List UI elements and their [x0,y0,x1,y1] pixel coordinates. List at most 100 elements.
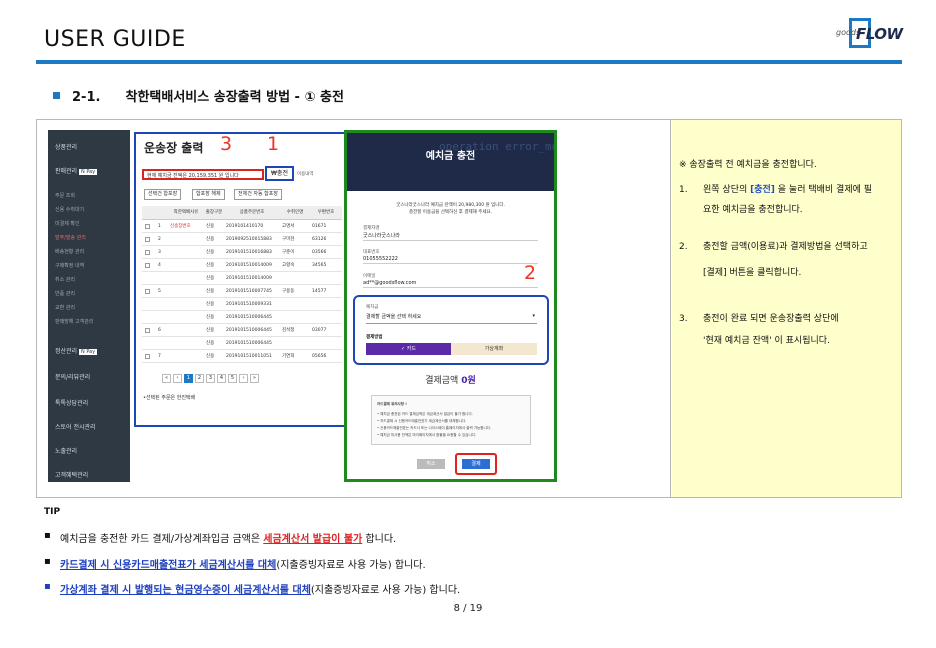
sidebar-item-talk[interactable]: 톡톡상담관리 [55,398,88,407]
sidebar-sub-delivery-status[interactable]: 배송현황 관리 [55,248,84,255]
table-cell: 2019101510007745 [226,289,272,294]
table-cell: 3 [158,250,161,255]
filter-text: •선택된 주문은 한진택배 [143,395,196,401]
sidebar-item-benefit[interactable]: 고객혜택관리 [55,470,88,479]
npay-badge: N Pay [79,169,98,175]
table-row[interactable]: 신용 2019101510006445 [142,337,342,350]
sidebar-item-settlement[interactable]: 정산관리 N Pay [55,346,98,355]
page-button[interactable]: 2 [195,374,204,383]
amount-select[interactable]: 결제할 금액을 선택 하세요 ▾ [366,313,537,324]
payer-label: 결제자명 [363,226,380,231]
npay-badge: N Pay [79,349,98,355]
section-heading: 착한택배서비스 송장출력 방법 - ① 충전 [125,90,344,105]
page-button[interactable]: 4 [217,374,226,383]
table-row[interactable]: 7 신용 2019101510011051 기연희 05656 [142,350,342,363]
table-cell: 구용동 [282,289,295,294]
table-cell: 신용 [206,250,215,255]
table-row[interactable]: 신용 2019101510014009 [142,272,342,285]
sidebar-sub-cancel[interactable]: 취소 관리 [55,276,75,283]
sidebar-sub-waiting[interactable]: 신용 수취대기 [55,206,84,213]
page-button[interactable]: › [239,374,248,383]
sidebar-sub-unpaid[interactable]: 미결제 확인 [55,220,80,227]
tip-text: 예치금을 충전한 카드 결제/가상계좌입금 금액은 세금계산서 발급이 불가 합… [60,530,396,545]
page-button[interactable]: 5 [228,374,237,383]
tip-emphasis: 카드결제 시 신용카드매출전표가 세금계산서를 대체 [60,560,277,571]
payment-amount-value: 0원 [461,376,476,386]
sidebar-sub-confirmed[interactable]: 구매확정 내역 [55,262,84,269]
table-row[interactable]: 6 신용 2019101510006445 김석정 03077 [142,324,342,337]
table-cell: 신용 [206,302,215,307]
table-row[interactable]: 5 신용 2019101510007745 구용동 14577 [142,285,342,298]
sidebar-item-exposure[interactable]: 노출관리 [55,446,77,455]
table-row[interactable]: 신용 2019101510009331 [142,298,342,311]
email-field[interactable]: ad**@goodsflow.com [363,280,538,288]
page-button[interactable]: » [250,374,259,383]
table-row[interactable]: 신용 2019101510006445 [142,311,342,324]
usage-history-link[interactable]: 이용내역 [297,171,314,177]
chevron-down-icon: ▾ [532,313,535,319]
table-row[interactable]: 2 신용 2019092510015883 구미현 63126 [142,233,342,246]
page-button[interactable]: « [162,374,171,383]
deposit-charge-modal: operation error_mod error_mod 예치금 충전 굿스나… [344,130,557,482]
sidebar-item-inquiry[interactable]: 문의/리뷰관리 [55,372,90,381]
payment-amount-row: 결제금액 0원 [347,373,554,386]
sidebar-sub-blocked[interactable]: 판매방해 고객관리 [55,318,93,325]
step-text: 을 눌러 택배비 결제에 필 [774,185,873,195]
sidebar-item-label: 정산관리 [55,348,78,355]
table-cell: 14577 [312,289,327,294]
tip-bullet: ▪ [44,530,51,541]
sidebar-item-products[interactable]: 상품관리 [55,142,77,151]
modal-pay-button[interactable]: 결제 [462,459,490,469]
tip-text: 카드결제 시 신용카드매출전표가 세금계산서를 대체(지출증빙자료로 사용 가능… [60,556,426,571]
amount-label: 예치금 [366,305,379,310]
auto-bundle-button[interactable]: 전체건 자동 합포장 [234,189,282,200]
step-line-2: [결제] 버튼을 클릭합니다. [703,268,802,278]
pay-method-card[interactable]: ✓ 카드 [366,343,451,355]
phone-field[interactable]: 01055552222 [363,256,538,264]
tip-emphasis: 가상계좌 결제 시 발행되는 현금영수증이 세금계산서를 대체 [60,585,311,596]
sidebar-sub-return[interactable]: 반품 관리 [55,290,75,297]
payer-field[interactable]: 굿스나라굿스나라 [363,232,538,241]
modal-balance-text: 굿스나라굿스나라 예치금 잔액이 20,980,300 원 입니다. [396,203,505,208]
table-cell: 4 [158,263,161,268]
bundle-selected-button[interactable]: 선택건 합포장 [144,189,182,200]
table-cell: 신송장번호 [170,224,191,229]
table-cell: 2019101510014009 [226,263,272,268]
modal-instruction-text: 충전할 이용금을 선택하신 후 결제해 주세요. [408,210,493,215]
table-cell: 기연희 [282,354,295,359]
pay-method-virtual-account[interactable]: 가상계좌 [451,343,537,355]
table-row[interactable]: 3 신용 2019101510016883 구준이 03566 [142,246,342,259]
row-checkbox[interactable] [145,350,155,365]
unbundle-button[interactable]: 합포장 해제 [192,189,225,200]
table-cell: 신용 [206,354,215,359]
table-cell: 신용 [206,237,215,242]
table-cell: 2019101510011051 [226,354,272,359]
table-row[interactable]: 4 신용 2019101510014009 고향숙 34565 [142,259,342,272]
sidebar-sub-exchange[interactable]: 교환 관리 [55,304,75,311]
table-row[interactable]: 1 신송장번호 신용 2019101410170 고명서 01671 [142,220,342,233]
page-button[interactable]: ‹ [173,374,182,383]
table-cell: 2019101510006445 [226,315,272,320]
page-button[interactable]: 1 [184,374,193,383]
sidebar-sub-order-search[interactable]: 주문 조회 [55,192,75,199]
instruction-heading: ※ 송장출력 전 예치금을 충전합니다. [679,160,817,170]
tip-bullet: ▪ [44,556,51,567]
table-cell: 6 [158,328,161,333]
table-cell: 신용 [206,276,215,281]
modal-title: 예치금 충전 [425,151,476,162]
page-button[interactable]: 3 [206,374,215,383]
modal-cancel-button[interactable]: 취소 [417,459,445,469]
sidebar-sub-shipping-mgmt[interactable]: 발주/발송 관리 [55,234,86,241]
sidebar-item-sales[interactable]: 판매관리 N Pay [55,166,98,175]
table-cell: 05656 [312,354,327,359]
table-cell: 김석정 [282,328,295,333]
table-cell: 신용 [206,341,215,346]
table-cell: 2019101410170 [226,224,264,229]
goodsflow-logo: goods FLOW [836,18,903,54]
email-label: 이메일 [363,274,376,279]
table-cell: 2019101510009331 [226,302,272,307]
sidebar-item-store[interactable]: 스토어 전시관리 [55,422,96,431]
charge-button[interactable]: ₩충전 [265,166,294,181]
pay-button-highlight: 결제 [455,453,497,475]
instruction-step-3: 3. 충전이 완료 되면 운송장출력 상단에 '현재 예치금 잔액' 이 표시됩… [679,311,899,351]
